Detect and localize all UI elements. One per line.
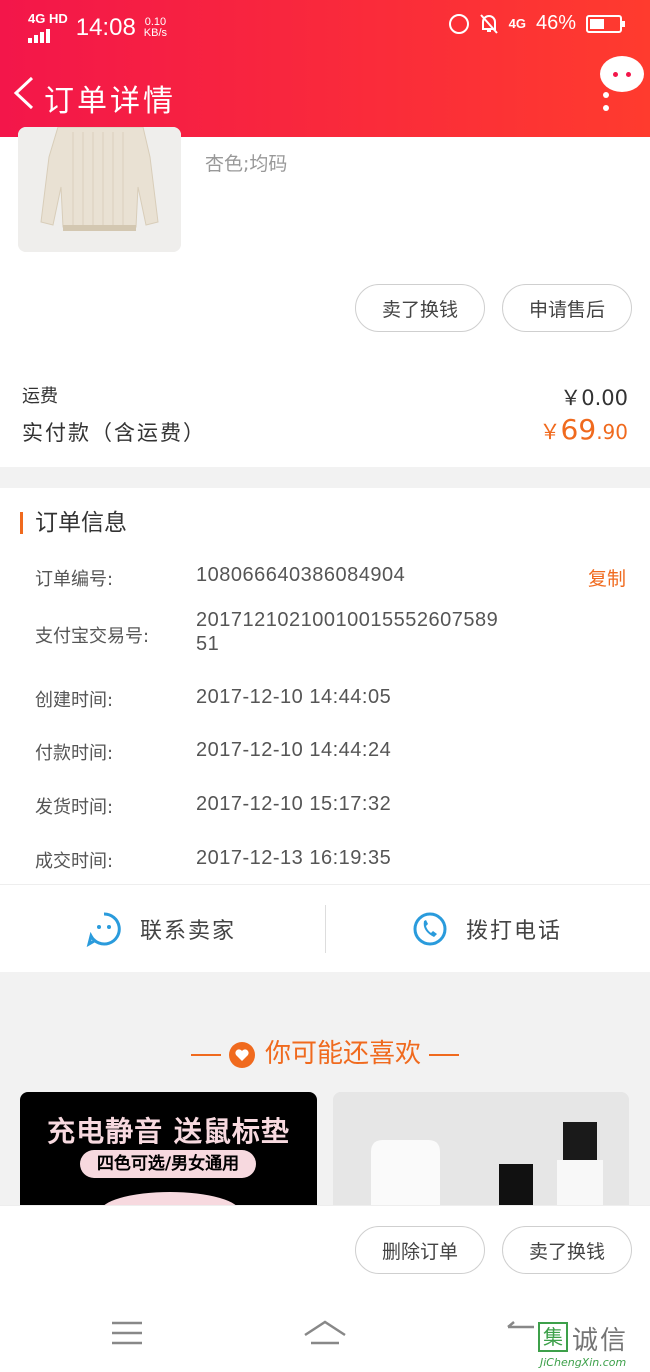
- chat-face-icon: [86, 912, 121, 947]
- alarm-icon: [448, 13, 469, 34]
- closed-time-label: 成交时间:: [35, 851, 114, 872]
- mute-bell-icon: [479, 13, 498, 34]
- call-phone-label: 拨打电话: [466, 919, 563, 944]
- recommend-item-mousepad[interactable]: 充电静音 送鼠标垫 四色可选/男女通用: [20, 1092, 317, 1205]
- paid-value: ￥69.90: [539, 413, 628, 446]
- battery-percent: 46%: [535, 12, 576, 34]
- contact-seller-label: 联系卖家: [140, 919, 237, 944]
- chat-icon[interactable]: [600, 56, 644, 92]
- cell-signal-icon: 4G HD: [28, 12, 68, 43]
- battery-icon: [586, 14, 625, 33]
- alipay-trade-label: 支付宝交易号:: [35, 626, 150, 647]
- product-spec: 杏色;均码: [205, 153, 288, 175]
- after-sales-button[interactable]: 申请售后: [502, 284, 632, 332]
- copy-button[interactable]: 复制: [588, 564, 626, 591]
- product-card: 杏色;均码 卖了换钱 申请售后 运费 ￥0.00 实付款（含运费） ￥69.90: [0, 127, 650, 467]
- contact-bar: 联系卖家 拨打电话: [0, 884, 650, 972]
- menu-icon[interactable]: [112, 1321, 142, 1345]
- call-phone-button[interactable]: 拨打电话: [412, 885, 562, 973]
- closed-time-value: 2017-12-13 16:19:35: [196, 847, 392, 869]
- paid-time-value: 2017-12-10 14:44:24: [196, 739, 392, 761]
- clock: 14:08: [75, 13, 136, 41]
- cosmetics-image: [333, 1092, 629, 1205]
- network-type: 4G HD: [28, 11, 68, 26]
- recommend-item-cosmetics[interactable]: [333, 1092, 629, 1205]
- ad-subline: 四色可选/男女通用: [80, 1150, 256, 1178]
- recommend-title: 你可能还喜欢: [264, 1039, 421, 1069]
- shipping-label: 运费: [22, 386, 58, 407]
- created-time-label: 创建时间:: [35, 690, 114, 711]
- watermark-logo: 集 诚信 JiChengXin.com: [532, 1318, 650, 1372]
- back-arrow-icon[interactable]: [12, 76, 36, 110]
- shipped-time-value: 2017-12-10 15:17:32: [196, 793, 392, 815]
- nav-bar: 订单详情: [0, 50, 650, 137]
- product-image[interactable]: [18, 127, 181, 252]
- phone-icon: [413, 912, 447, 946]
- contact-seller-button[interactable]: 联系卖家: [86, 885, 236, 973]
- shipped-time-label: 发货时间:: [35, 797, 114, 818]
- shipping-value: ￥0.00: [560, 386, 628, 410]
- sell-for-cash-button[interactable]: 卖了换钱: [355, 284, 485, 332]
- order-number-label: 订单编号:: [35, 569, 114, 590]
- sell-for-cash-bottom-button[interactable]: 卖了换钱: [502, 1226, 632, 1274]
- divider: [325, 905, 326, 953]
- alipay-trade-value: 20171210210010015552607589 51: [196, 609, 499, 655]
- order-number-value: 108066640386084904: [196, 564, 406, 586]
- status-bar: 4G HD 14:08 0.10 KB/s 4G 46%: [0, 0, 650, 50]
- network-speed: 0.10 KB/s: [143, 15, 168, 39]
- network-4g: 4G: [508, 16, 526, 31]
- bottom-action-bar: 删除订单 卖了换钱: [0, 1205, 650, 1297]
- order-info-title: 订单信息: [20, 512, 127, 535]
- paid-time-label: 付款时间:: [35, 743, 114, 764]
- heart-icon: [228, 1041, 255, 1068]
- delete-order-button[interactable]: 删除订单: [355, 1226, 485, 1274]
- recommend-header: 你可能还喜欢: [0, 1033, 650, 1070]
- paid-label: 实付款（含运费）: [22, 421, 206, 445]
- home-icon[interactable]: [303, 1319, 347, 1349]
- ad-headline: 充电静音 送鼠标垫: [47, 1115, 290, 1148]
- order-info-card: 订单信息 订单编号: 108066640386084904 复制 支付宝交易号:…: [0, 488, 650, 884]
- created-time-value: 2017-12-10 14:44:05: [196, 686, 392, 708]
- page-title: 订单详情: [44, 84, 176, 119]
